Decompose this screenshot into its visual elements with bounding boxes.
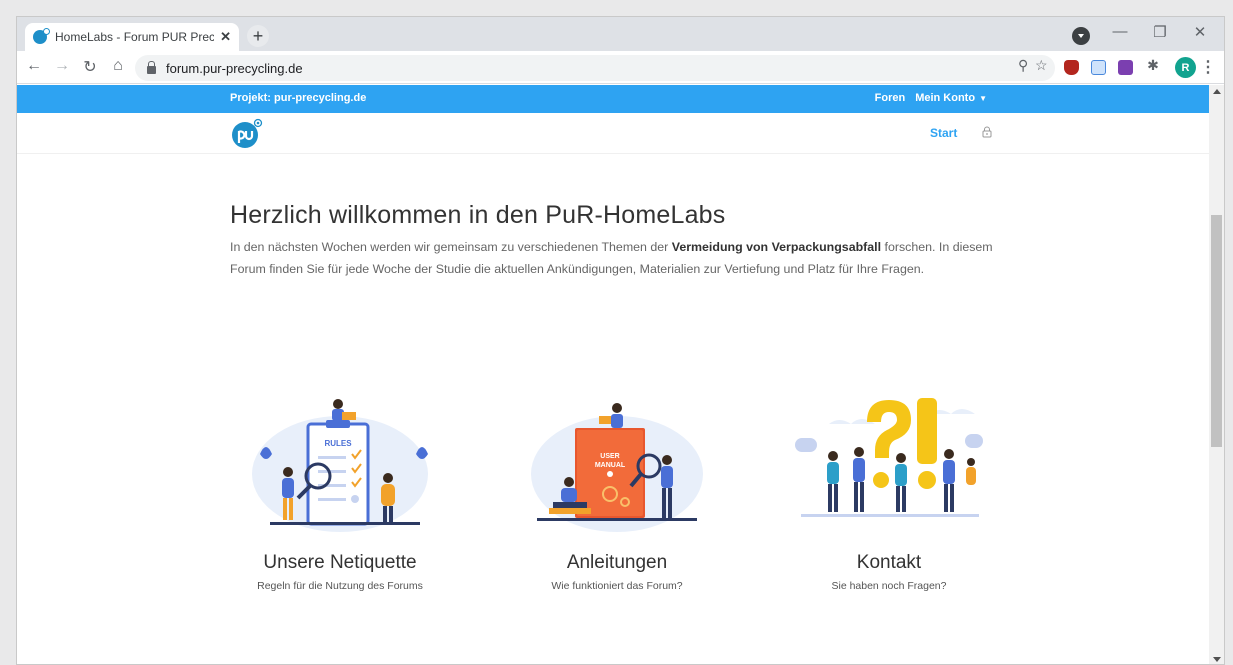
site-favicon-icon: [33, 28, 50, 44]
site-top-bar: Projekt: pur-precycling.de Foren Mein Ko…: [17, 85, 1210, 113]
scroll-down-arrow-icon[interactable]: [1213, 657, 1221, 662]
nav-forums-link[interactable]: Foren: [875, 92, 906, 104]
card-title[interactable]: Unsere Netiquette: [240, 552, 440, 574]
forward-arrow-icon[interactable]: →: [51, 57, 73, 75]
welcome-title: Herzlich willkommen in den PuR-HomeLabs: [230, 201, 726, 229]
welcome-section: Herzlich willkommen in den PuR-HomeLabs …: [230, 201, 1020, 280]
browser-toolbar: ← → ↻ ⌂ forum.pur-precycling.de ⚲ ☆ ✱ R …: [17, 51, 1224, 84]
page-viewport: Projekt: pur-precycling.de Foren Mein Ko…: [17, 85, 1210, 664]
bookmark-star-icon[interactable]: ☆: [1035, 57, 1048, 74]
url-text: forum.pur-precycling.de: [166, 60, 303, 76]
scroll-thumb[interactable]: [1211, 215, 1222, 447]
tab-close-icon[interactable]: ✕: [220, 29, 231, 45]
tab-strip: HomeLabs - Forum PUR Precycli ✕ + — ❐ ✕: [17, 17, 1224, 51]
project-label[interactable]: Projekt: pur-precycling.de: [230, 92, 366, 104]
back-arrow-icon[interactable]: ←: [23, 57, 45, 75]
browser-window: HomeLabs - Forum PUR Precycli ✕ + — ❐ ✕ …: [16, 16, 1225, 665]
extensions-puzzle-icon[interactable]: ✱: [1142, 57, 1164, 74]
nav-account-label: Mein Konto: [915, 92, 976, 104]
card-netiquette[interactable]: RULES Unsere Netiquette Regeln für die N…: [240, 394, 440, 592]
welcome-text-emphasis: Vermeidung von Verpackungsabfall: [671, 240, 882, 254]
site-header: Start: [17, 113, 1210, 153]
nav-account-menu[interactable]: Mein Konto ▼: [915, 92, 987, 104]
new-tab-button[interactable]: +: [247, 25, 269, 47]
docs-extension-icon[interactable]: [1091, 60, 1106, 75]
user-manual-illustration-icon: USER MANUAL: [531, 403, 703, 532]
secure-lock-icon: [147, 61, 156, 74]
feature-cards: RULES Unsere Netiquette Regeln für die N…: [240, 394, 990, 614]
card-subtitle: Wie funktioniert das Forum?: [551, 580, 683, 592]
restore-button[interactable]: ❐: [1140, 23, 1180, 41]
browser-tab[interactable]: HomeLabs - Forum PUR Precycli ✕: [25, 23, 239, 51]
card-guides[interactable]: USER MANUAL Anleitungen Wie funktioniert…: [517, 394, 717, 592]
window-close-button[interactable]: ✕: [1180, 23, 1220, 41]
card-subtitle: Sie haben noch Fragen?: [831, 580, 947, 592]
address-bar[interactable]: forum.pur-precycling.de: [135, 55, 1055, 81]
rules-illustration-icon: RULES: [252, 399, 428, 532]
rules-board-label: RULES: [324, 439, 352, 448]
minimize-button[interactable]: —: [1100, 23, 1140, 40]
tab-title: HomeLabs - Forum PUR Precycli: [55, 30, 215, 44]
question-exclamation-illustration-icon: [795, 398, 983, 517]
zoom-icon[interactable]: ⚲: [1018, 57, 1028, 74]
top-nav: Foren Mein Konto ▼: [875, 92, 987, 104]
profile-avatar[interactable]: R: [1175, 57, 1196, 78]
card-title[interactable]: Kontakt: [789, 552, 989, 574]
login-lock-icon[interactable]: [981, 126, 993, 138]
ublock-extension-icon[interactable]: [1064, 60, 1079, 75]
onenote-extension-icon[interactable]: [1118, 60, 1133, 75]
manual-book-label-1: USER: [600, 453, 619, 460]
manual-book-label-2: MANUAL: [595, 462, 626, 469]
browser-menu-icon[interactable]: ⋮: [1200, 57, 1216, 77]
card-subtitle: Regeln für die Nutzung des Forums: [257, 580, 423, 592]
home-icon[interactable]: ⌂: [107, 57, 129, 75]
card-title[interactable]: Anleitungen: [517, 552, 717, 574]
welcome-text: In den nächsten Wochen werden wir gemein…: [230, 240, 993, 276]
screen-frame: HomeLabs - Forum PUR Precycli ✕ + — ❐ ✕ …: [0, 0, 1233, 665]
start-link[interactable]: Start: [930, 126, 957, 140]
page-scrollbar[interactable]: [1209, 85, 1224, 664]
pur-logo[interactable]: [231, 117, 263, 149]
card-contact[interactable]: Kontakt Sie haben noch Fragen?: [789, 394, 989, 592]
chevron-down-icon: ▼: [979, 94, 987, 103]
tab-search-icon[interactable]: [1072, 27, 1090, 45]
scroll-up-arrow-icon[interactable]: [1213, 89, 1221, 94]
reload-icon[interactable]: ↻: [79, 57, 101, 77]
